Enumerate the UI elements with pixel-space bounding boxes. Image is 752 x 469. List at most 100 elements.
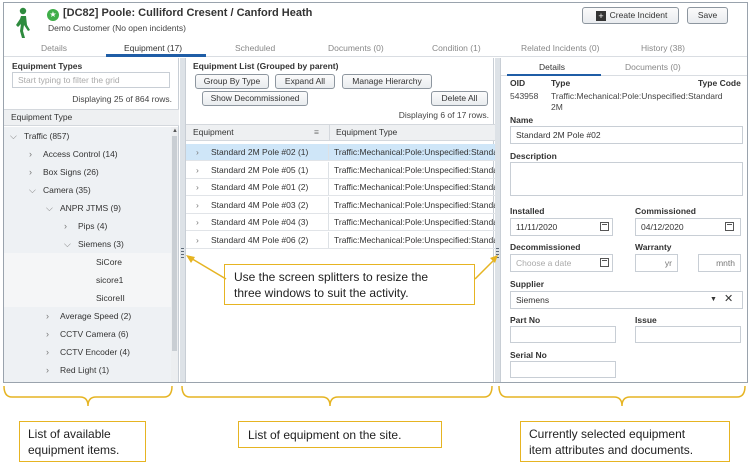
- scroll-up-icon[interactable]: ▲: [172, 128, 178, 134]
- tab-equipment-documents[interactable]: Documents (0): [625, 62, 681, 72]
- type-value: Traffic:Mechanical:Pole:Unspecified:Stan…: [551, 91, 723, 101]
- tab-details[interactable]: Details: [41, 43, 67, 53]
- serial-no-field[interactable]: [510, 361, 616, 378]
- decommissioned-label: Decommissioned: [510, 242, 581, 252]
- tree-item[interactable]: › Pips (4): [4, 217, 171, 235]
- callout-arrow-left: [186, 255, 227, 280]
- description-label: Description: [510, 151, 557, 161]
- equipment-type-column-header[interactable]: Equipment Type: [4, 109, 179, 126]
- chevron-right-icon[interactable]: ›: [64, 217, 67, 235]
- installed-date-field[interactable]: 11/11/2020: [510, 218, 613, 236]
- tab-related-incidents[interactable]: Related Incidents (0): [521, 43, 599, 53]
- equipment-row[interactable]: › Standard 4M Pole #03 (2) Traffic:Mechani…: [186, 196, 495, 214]
- calendar-icon[interactable]: [600, 222, 609, 231]
- warranty-years-field[interactable]: yr: [635, 254, 678, 272]
- chevron-right-icon[interactable]: ›: [29, 163, 32, 181]
- chevron-right-icon[interactable]: ›: [46, 307, 49, 325]
- create-incident-button[interactable]: + Create Incident: [582, 7, 679, 24]
- tree-item[interactable]: ⌵ Siemens (3): [4, 235, 171, 253]
- expand-all-button[interactable]: Expand All: [275, 74, 335, 89]
- tree-item[interactable]: › Spot Speed (7): [4, 379, 171, 382]
- tree-item-label: Camera (35): [43, 185, 91, 195]
- chevron-down-icon[interactable]: ⌵: [10, 127, 17, 145]
- equipment-row[interactable]: › Standard 4M Pole #06 (2) Traffic:Mechani…: [186, 231, 495, 249]
- group-by-type-button[interactable]: Group By Type: [195, 74, 269, 89]
- warranty-label: Warranty: [635, 242, 672, 252]
- tab-documents[interactable]: Documents (0): [328, 43, 384, 53]
- tree-item[interactable]: ⌵ Camera (35): [4, 181, 171, 199]
- equipment-type-column-header[interactable]: Equipment Type: [336, 125, 397, 140]
- delete-all-button[interactable]: Delete All: [431, 91, 488, 106]
- tab-equipment[interactable]: Equipment (17): [124, 43, 182, 53]
- calendar-icon[interactable]: [725, 222, 734, 231]
- tree-item[interactable]: › Average Speed (2): [4, 307, 171, 325]
- chevron-right-icon[interactable]: ›: [46, 379, 49, 382]
- chevron-right-icon[interactable]: ›: [196, 197, 199, 213]
- panel-braces: [3, 385, 746, 407]
- equipment-name-cell: › Standard 2M Pole #02 (1): [186, 144, 329, 160]
- tab-history[interactable]: History (38): [641, 43, 685, 53]
- tree-item[interactable]: ⌵ ANPR JTMS (9): [4, 199, 171, 217]
- chevron-down-icon[interactable]: ⌵: [29, 181, 36, 199]
- supplier-select[interactable]: Siemens ▼ ✕: [510, 291, 743, 309]
- tree-item[interactable]: sicore1: [4, 271, 171, 289]
- equipment-type-cell: Traffic:Mechanical:Pole:Unspecified:Stan…: [334, 217, 495, 227]
- tab-equipment-details[interactable]: Details: [539, 62, 565, 72]
- chevron-right-icon[interactable]: ›: [196, 144, 199, 160]
- name-field[interactable]: Standard 2M Pole #02: [510, 126, 743, 144]
- chevron-right-icon[interactable]: ›: [46, 361, 49, 379]
- tree-item-label: Box Signs (26): [43, 167, 99, 177]
- chevron-right-icon[interactable]: ›: [29, 145, 32, 163]
- tree-item[interactable]: SiCore: [4, 253, 171, 271]
- chevron-right-icon[interactable]: ›: [46, 343, 49, 361]
- commissioned-date-field[interactable]: 04/12/2020: [635, 218, 741, 236]
- calendar-icon[interactable]: [600, 258, 609, 267]
- tree-item-label: Average Speed (2): [60, 311, 132, 321]
- tab-scheduled[interactable]: Scheduled: [235, 43, 275, 53]
- save-button[interactable]: Save: [687, 7, 728, 24]
- warranty-months-field[interactable]: mnth: [698, 254, 741, 272]
- column-label: Equipment Type: [11, 112, 73, 122]
- chevron-down-icon[interactable]: ⌵: [46, 199, 53, 217]
- equipment-column-header[interactable]: Equipment: [193, 125, 234, 140]
- chevron-right-icon[interactable]: ›: [196, 162, 199, 178]
- tree-item[interactable]: › Access Control (14): [4, 145, 171, 163]
- clear-icon[interactable]: ✕: [724, 292, 733, 307]
- part-no-label: Part No: [510, 315, 541, 325]
- decommissioned-date-field[interactable]: Choose a date: [510, 254, 613, 272]
- tree-item[interactable]: › CCTV Camera (6): [4, 325, 171, 343]
- tree-item[interactable]: › Box Signs (26): [4, 163, 171, 181]
- manage-hierarchy-button[interactable]: Manage Hierarchy: [342, 74, 432, 89]
- equipment-details-panel: Details Documents (0) OID 543958 Type Tr…: [500, 58, 747, 382]
- tab-condition[interactable]: Condition (1): [432, 43, 481, 53]
- chevron-right-icon[interactable]: ›: [46, 325, 49, 343]
- installed-value: 11/11/2020: [516, 222, 558, 232]
- part-no-field[interactable]: [510, 326, 616, 343]
- column-menu-icon[interactable]: ≡: [314, 125, 319, 140]
- equipment-row[interactable]: › Standard 4M Pole #04 (3) Traffic:Mechani…: [186, 214, 495, 231]
- name-label: Name: [510, 115, 534, 125]
- chevron-right-icon[interactable]: ›: [196, 214, 199, 230]
- description-field[interactable]: [510, 162, 743, 196]
- right-panel-callout: Currently selected equipment item attrib…: [520, 421, 730, 462]
- chevron-down-icon[interactable]: ▼: [710, 292, 717, 308]
- equipment-type-cell: Traffic:Mechanical:Pole:Unspecified:Stan…: [334, 199, 495, 210]
- tree-item[interactable]: › CCTV Encoder (4): [4, 343, 171, 361]
- equipment-type-filter-input[interactable]: Start typing to filter the grid: [12, 72, 170, 88]
- equipment-row[interactable]: › Standard 4M Pole #01 (2) Traffic:Mechani…: [186, 179, 495, 196]
- tree-item[interactable]: › Red Light (1): [4, 361, 171, 379]
- equipment-row[interactable]: › Standard 2M Pole #05 (1) Traffic:Mechani…: [186, 161, 495, 179]
- tree-item[interactable]: SicoreII: [4, 289, 171, 307]
- tree-scrollbar-thumb[interactable]: [172, 136, 177, 351]
- chevron-right-icon[interactable]: ›: [196, 232, 199, 248]
- create-incident-label: Create Incident: [609, 10, 668, 20]
- issue-field[interactable]: [635, 326, 741, 343]
- column-divider: [329, 125, 330, 140]
- left-callout-line-1: List of available: [28, 427, 111, 441]
- show-decommissioned-button[interactable]: Show Decommissioned: [202, 91, 308, 106]
- tree-item[interactable]: ⌵ Traffic (857): [4, 127, 171, 145]
- decommissioned-placeholder: Choose a date: [516, 258, 572, 268]
- chevron-down-icon[interactable]: ⌵: [64, 235, 71, 253]
- chevron-right-icon[interactable]: ›: [196, 179, 199, 195]
- equipment-row[interactable]: › Standard 2M Pole #02 (1) Traffic:Mechani…: [186, 144, 495, 161]
